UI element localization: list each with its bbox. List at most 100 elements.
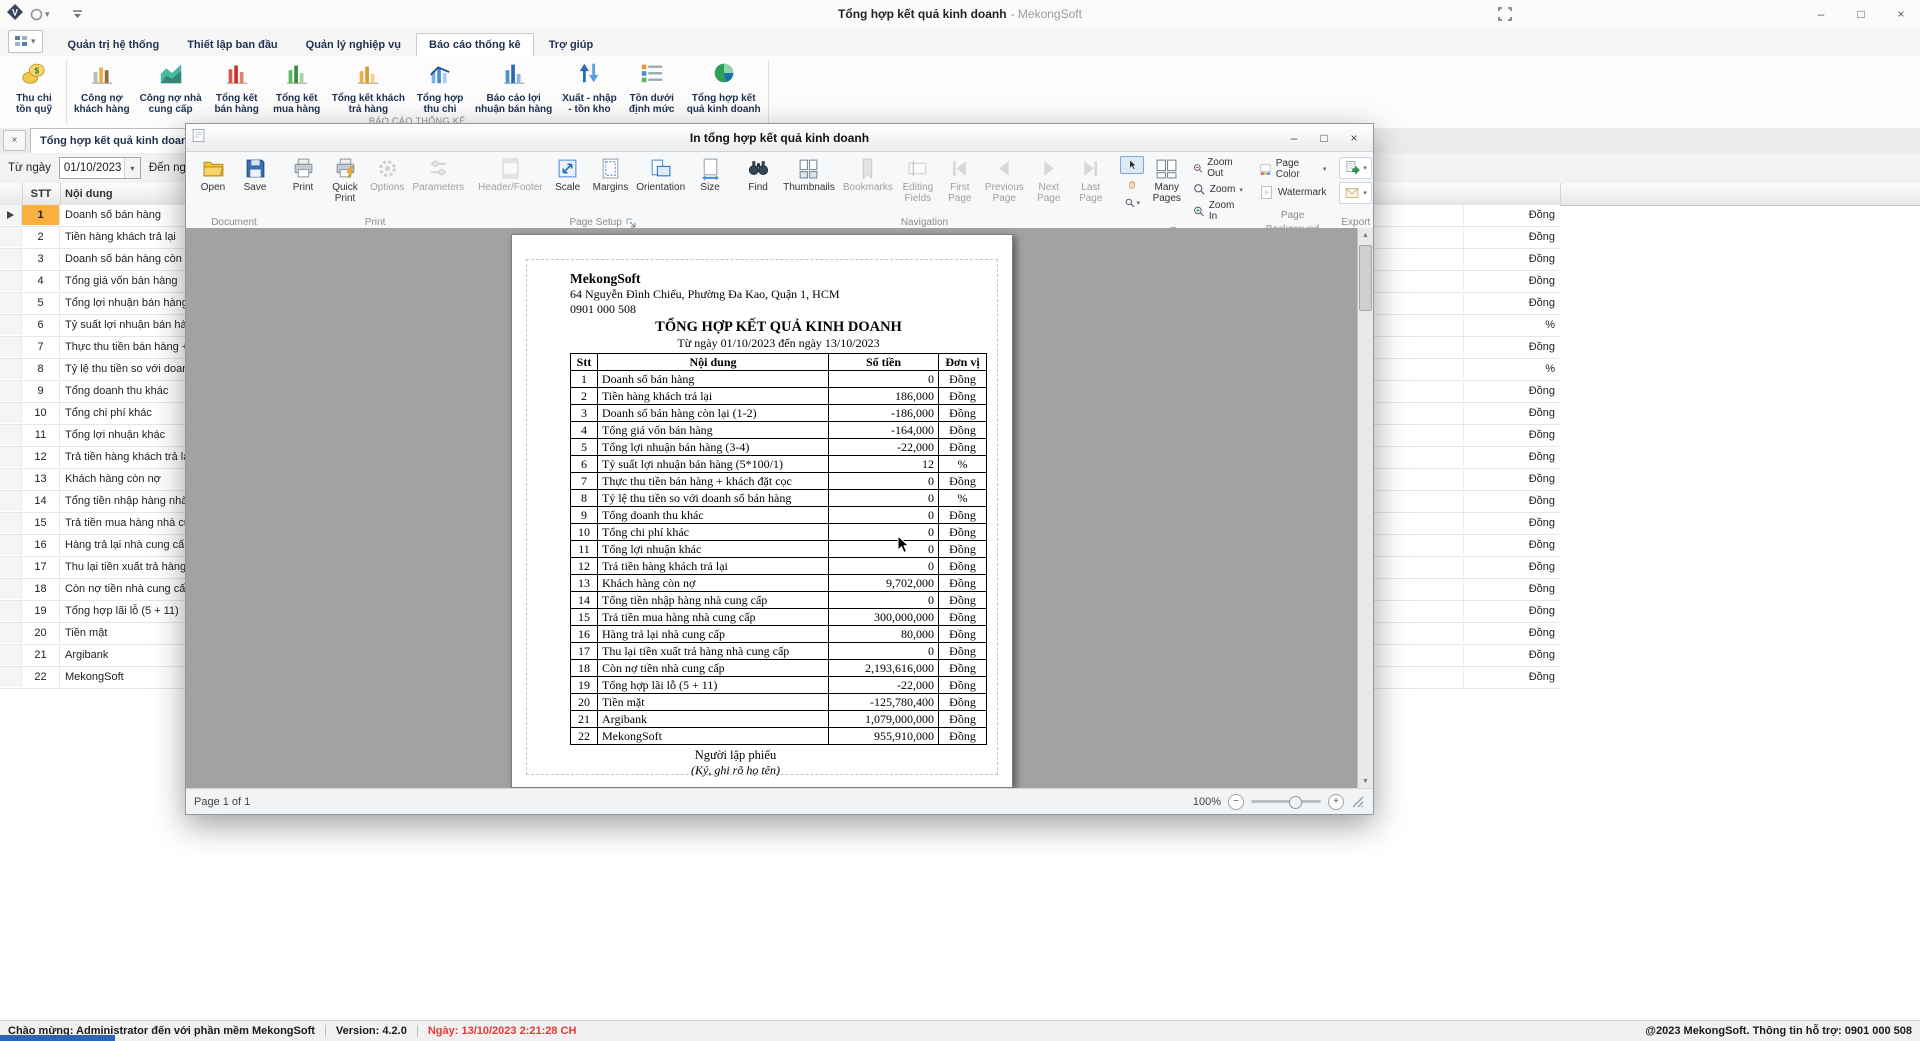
row-stt: 22 — [22, 667, 60, 687]
calendar-dropdown-icon[interactable]: ▾ — [124, 158, 140, 178]
from-date-input[interactable]: 01/10/2023 ▾ — [59, 157, 141, 179]
dialog-maximize-button[interactable]: □ — [1309, 127, 1339, 148]
report-cell-amount: 0 — [829, 558, 939, 575]
report-row: 12 Trả tiền hàng khách trả lại 0 Đồng — [571, 558, 987, 575]
pointer-tool-button[interactable] — [1120, 156, 1144, 174]
ribbon-tab-tro-giup[interactable]: Trợ giúp — [536, 33, 606, 57]
dialog-minimize-button[interactable]: – — [1279, 127, 1309, 148]
page-indicator: Page 1 of 1 — [194, 796, 250, 808]
scroll-down-icon[interactable]: ▼ — [1358, 774, 1373, 789]
dialog-titlebar: In tổng hợp kết quả kinh doanh – □ × — [186, 124, 1373, 152]
dialog-close-button[interactable]: × — [1339, 127, 1369, 148]
scrollbar-thumb[interactable] — [1359, 245, 1372, 311]
report-cell-stt: 18 — [571, 660, 598, 677]
ribbon-tab-quan-tri-he-thong[interactable]: Quản trị hệ thống — [55, 33, 173, 57]
toolbar-group-page-background: Page Color ▾ A Watermark Page Background — [1254, 154, 1332, 230]
scroll-up-icon[interactable]: ▲ — [1358, 228, 1373, 243]
cong-no-nha-cung-cap-button[interactable]: Công nợ nhàcung cấp — [135, 56, 207, 115]
report-cell-unit: Đồng — [939, 643, 987, 660]
report-cell-stt: 7 — [571, 473, 598, 490]
signature-title: Người lập phiếu — [527, 748, 944, 763]
minimize-button[interactable]: – — [1808, 4, 1834, 24]
signature-note: (Ký, ghi rõ họ tên) — [527, 763, 944, 777]
thumbnails-button[interactable]: Thumbnails — [779, 154, 839, 193]
report-cell-content: Tổng doanh thu khác — [598, 507, 829, 524]
report-row: 2 Tiền hàng khách trả lại 186,000 Đồng — [571, 388, 987, 405]
toolbar-group-document: Open Save Document — [192, 154, 276, 230]
row-stt: 14 — [22, 491, 60, 511]
quick-print-button[interactable]: Quick Print — [324, 154, 366, 204]
find-button[interactable]: Find — [737, 154, 779, 193]
many-pages-button[interactable]: Many Pages — [1146, 154, 1188, 204]
report-cell-content: Tỷ lệ thu tiền so với doanh số bán hàng — [598, 490, 829, 507]
maximize-button[interactable]: □ — [1848, 4, 1874, 24]
zoom-dropdown-button[interactable]: Zoom ▾ — [1190, 182, 1246, 197]
grid-column-stt: STT — [22, 183, 61, 205]
tong-ket-ban-hang-button[interactable]: Tổng kếtbán hàng — [207, 56, 267, 115]
watermark-button[interactable]: A Watermark — [1256, 184, 1330, 201]
export-document-button[interactable]: ▾ — [1339, 157, 1372, 179]
send-email-button[interactable]: ▾ — [1339, 182, 1372, 204]
page-color-button[interactable]: Page Color ▾ — [1256, 157, 1330, 181]
xuat-nhap-ton-kho-button[interactable]: Xuất - nhập- tồn kho — [557, 56, 621, 115]
report-row: 14 Tổng tiền nhập hàng nhà cung cấp 0 Đồ… — [571, 592, 987, 609]
cong-no-khach-hang-button[interactable]: Công nợkhách hàng — [69, 56, 135, 115]
binoculars-icon — [747, 157, 770, 180]
parameters-button: Parameters — [408, 154, 468, 193]
dialog-launcher-icon — [626, 218, 636, 228]
tong-ket-khach-tra-hang-button[interactable]: Tổng kết kháchtrả hàng — [327, 56, 410, 115]
zoom-minus-button[interactable]: − — [1228, 794, 1244, 810]
report-company: MekongSoft — [570, 271, 987, 287]
fit-screen-icon[interactable] — [1498, 7, 1512, 26]
bao-cao-loi-nhuan-button[interactable]: Báo cáo lợinhuận bán hàng — [470, 56, 557, 115]
report-cell-amount: -164,000 — [829, 422, 939, 439]
toolbar-group-export: ▾ ▾ Export — [1337, 154, 1373, 230]
hand-tool-button[interactable] — [1120, 175, 1144, 193]
ton-duoi-dinh-muc-button[interactable]: Tồn dướiđịnh mức — [622, 56, 682, 115]
save-button[interactable]: Save — [234, 154, 276, 193]
report-cell-unit: Đồng — [939, 388, 987, 405]
report-cell-content: Tổng lợi nhuận bán hàng (3-4) — [598, 439, 829, 456]
size-button[interactable]: Size — [689, 154, 731, 193]
zoom-out-button[interactable]: Zoom Out — [1190, 156, 1246, 180]
print-button[interactable]: Print — [282, 154, 324, 193]
report-cell-stt: 12 — [571, 558, 598, 575]
orientation-button[interactable]: Orientation — [632, 154, 689, 193]
svg-text:V: V — [12, 7, 18, 17]
open-button[interactable]: Open — [192, 154, 234, 193]
progress-strip — [0, 1035, 115, 1041]
tong-ket-mua-hang-button[interactable]: Tổng kếtmua hàng — [267, 56, 327, 115]
report-cell-stt: 8 — [571, 490, 598, 507]
customize-toolbar-icon[interactable] — [72, 9, 83, 19]
ribbon-tab-quan-ly-nghiep-vu[interactable]: Quản lý nghiệp vụ — [293, 33, 414, 57]
ribbon-tab-thiet-lap-ban-dau[interactable]: Thiết lập ban đầu — [174, 33, 290, 57]
row-unit: Đồng — [1460, 403, 1560, 423]
ribbon-tab-bao-cao-thong-ke[interactable]: Báo cáo thống kê — [416, 33, 534, 57]
tong-hop-thu-chi-button[interactable]: Tổng hợpthu chi — [410, 56, 470, 115]
magnifier-tool-button[interactable]: ▾ — [1120, 194, 1144, 212]
tong-hop-ket-qua-kinh-doanh-button[interactable]: Tổng hợp kếtquả kinh doanh — [682, 56, 766, 115]
report-row: 9 Tổng doanh thu khác 0 Đồng — [571, 507, 987, 524]
zoom-slider-thumb[interactable] — [1289, 796, 1302, 809]
report-cell-amount: 955,910,000 — [829, 728, 939, 745]
report-cell-unit: Đồng — [939, 592, 987, 609]
last-page-button: Last Page — [1070, 154, 1112, 204]
zoom-plus-button[interactable]: + — [1328, 794, 1344, 810]
preview-scrollbar[interactable]: ▲ ▼ — [1357, 228, 1373, 789]
resize-grip[interactable] — [1351, 795, 1365, 809]
quick-access-button[interactable]: ▾ — [30, 8, 50, 21]
report-row: 3 Doanh số bán hàng còn lại (1-2) -186,0… — [571, 405, 987, 422]
report-cell-stt: 20 — [571, 694, 598, 711]
zoom-in-button[interactable]: Zoom In — [1190, 199, 1246, 223]
scale-icon — [556, 157, 579, 180]
ribbon-tab-bar: ▾ Quản trị hệ thống Thiết lập ban đầu Qu… — [0, 28, 1920, 57]
quick-print-icon — [334, 157, 357, 180]
margins-button[interactable]: Margins — [589, 154, 633, 193]
divider — [417, 1025, 418, 1037]
scale-button[interactable]: Scale — [547, 154, 589, 193]
close-button[interactable]: × — [1888, 4, 1914, 24]
thu-chi-ton-quy-button[interactable]: $ Thu chitồn quỹ — [4, 56, 64, 115]
close-tab-button[interactable]: × — [3, 130, 26, 151]
app-menu-button[interactable]: ▾ — [8, 30, 43, 53]
zoom-slider[interactable] — [1251, 800, 1321, 803]
